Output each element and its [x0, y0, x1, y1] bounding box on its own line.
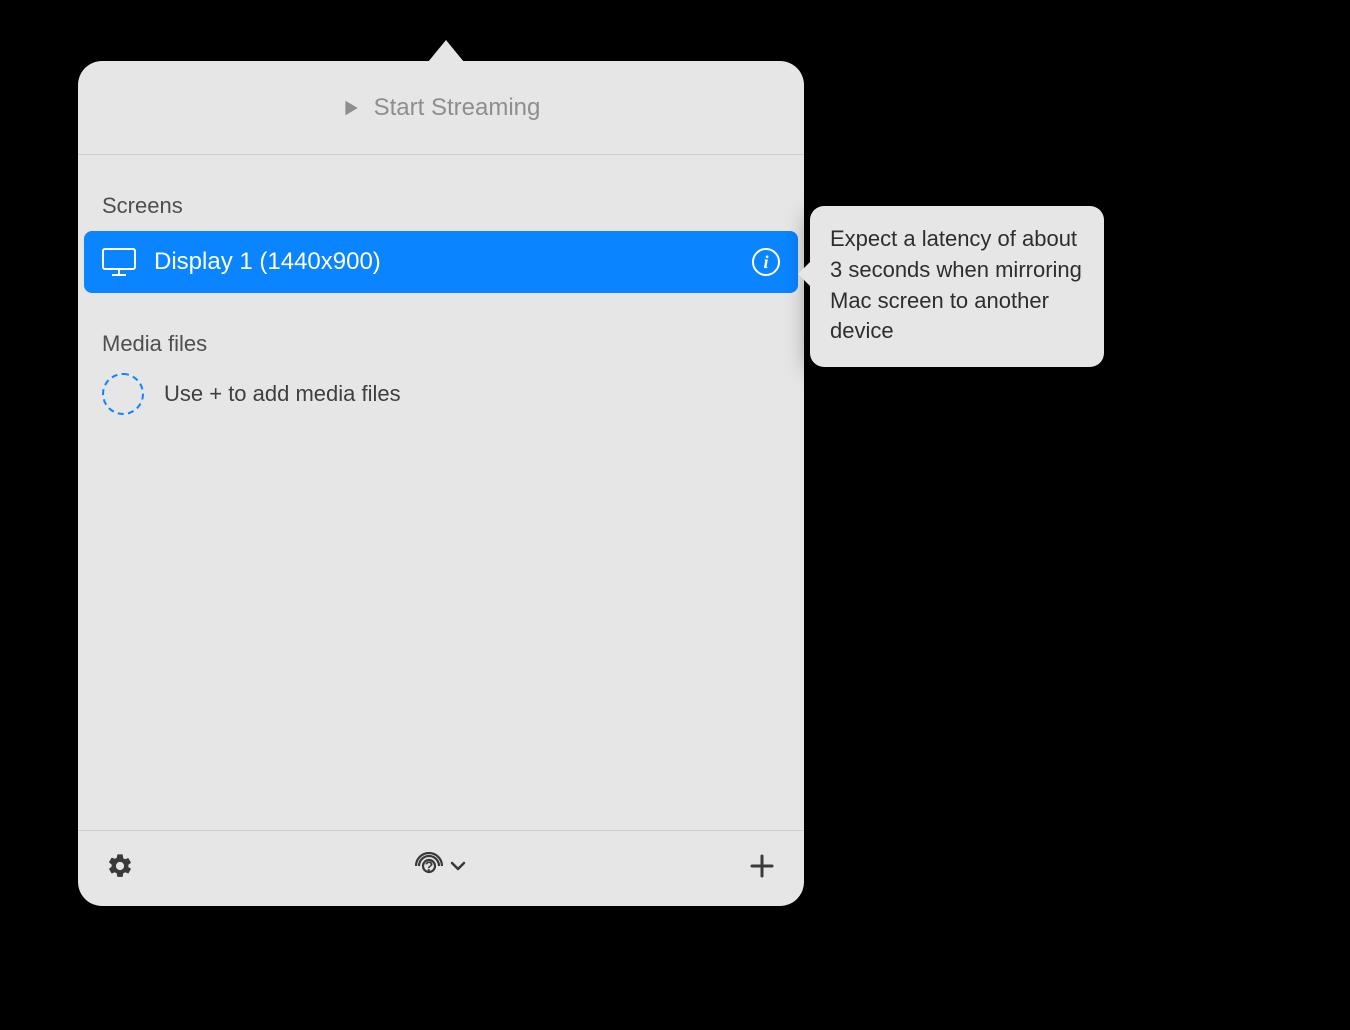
popover-footer: ? — [78, 830, 804, 906]
info-icon[interactable]: i — [752, 248, 780, 276]
cast-target-icon: ? — [415, 852, 443, 880]
settings-button[interactable] — [106, 852, 134, 885]
start-streaming-label: Start Streaming — [374, 94, 541, 122]
media-empty-hint: Use + to add media files — [164, 381, 401, 407]
cast-target-dropdown[interactable] — [449, 857, 467, 880]
gear-icon — [106, 852, 134, 880]
add-media-button[interactable] — [748, 852, 776, 885]
popover-body: Screens Display 1 (1440x900) i Media fil… — [78, 155, 804, 830]
svg-text:?: ? — [425, 858, 434, 874]
chevron-down-icon — [449, 857, 467, 875]
streaming-popover: Start Streaming Screens Display 1 (1440x… — [78, 61, 804, 906]
plus-icon — [748, 852, 776, 880]
media-files-section-label: Media files — [78, 331, 804, 365]
latency-tooltip-text: Expect a latency of about 3 seconds when… — [830, 226, 1082, 343]
screen-item-label: Display 1 (1440x900) — [154, 248, 734, 276]
play-icon — [342, 99, 360, 117]
media-empty-row: Use + to add media files — [78, 365, 804, 415]
monitor-icon — [102, 248, 136, 276]
dashed-circle-icon — [102, 373, 144, 415]
cast-target-button[interactable]: ? — [415, 852, 443, 885]
screen-item-display-1[interactable]: Display 1 (1440x900) i — [84, 231, 798, 293]
start-streaming-button[interactable]: Start Streaming — [78, 61, 804, 155]
latency-tooltip: Expect a latency of about 3 seconds when… — [810, 206, 1104, 367]
popover-arrow — [428, 40, 464, 62]
screens-section-label: Screens — [78, 193, 804, 227]
